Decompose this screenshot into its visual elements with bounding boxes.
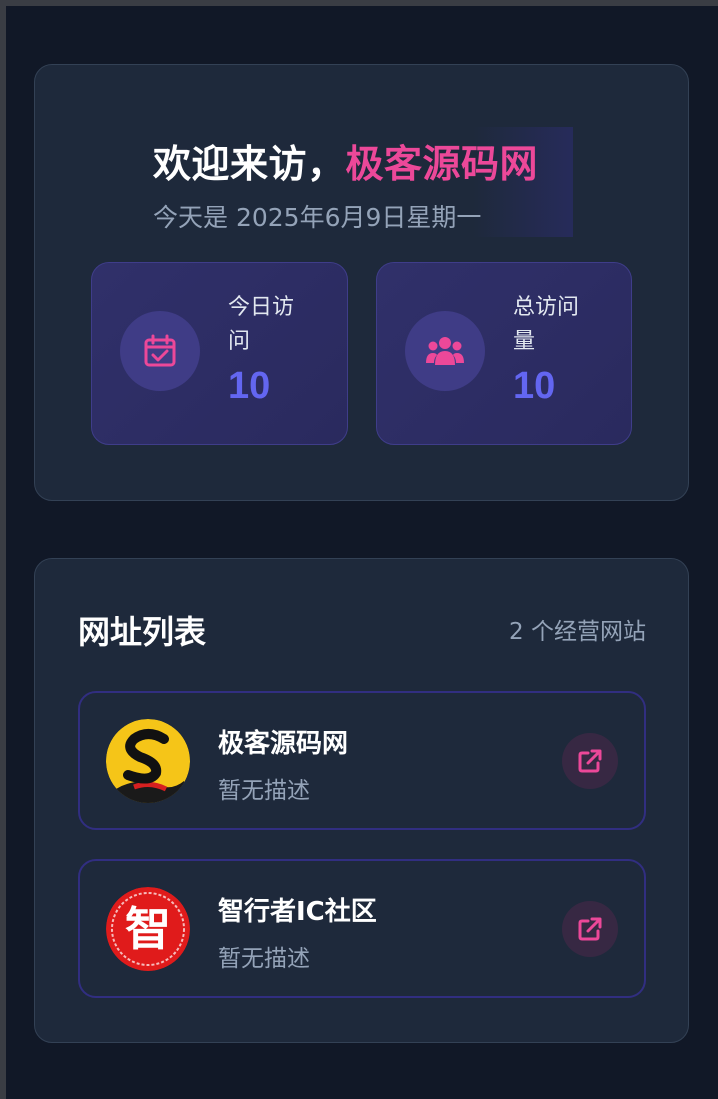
site-item[interactable]: 智 智行者IC社区 暂无描述 (78, 859, 646, 998)
calendar-check-icon (120, 311, 200, 391)
site-description: 暂无描述 (218, 946, 310, 972)
site-list-card: 网址列表 2 个经营网站 极客源码网 暂无描述 智 智行者IC社区 暂无描述 (34, 558, 689, 1043)
site-name[interactable]: 智行者IC社区 (218, 891, 377, 928)
welcome-greeting: 欢迎来访， (153, 142, 346, 186)
svg-text:智: 智 (125, 902, 171, 956)
external-link-icon[interactable] (562, 901, 618, 957)
welcome-title: 欢迎来访，极客源码网 (153, 133, 538, 188)
welcome-card: 欢迎来访，极客源码网 今天是 2025年6月9日星期一 今日访问 10 总访问量… (34, 64, 689, 501)
stat-card-total: 总访问量 10 (376, 262, 632, 445)
users-icon (405, 311, 485, 391)
page: 欢迎来访，极客源码网 今天是 2025年6月9日星期一 今日访问 10 总访问量… (6, 6, 718, 1099)
stat-label-today: 今日访问 (228, 295, 295, 354)
site-logo (106, 719, 190, 803)
site-description: 暂无描述 (218, 778, 310, 804)
site-item[interactable]: 极客源码网 暂无描述 (78, 691, 646, 830)
stat-card-today: 今日访问 10 (91, 262, 348, 445)
site-list-title: 网址列表 (78, 613, 207, 651)
stat-value-today: 10 (228, 365, 271, 407)
site-logo: 智 (106, 887, 190, 971)
site-count: 2 个经营网站 (509, 619, 646, 645)
stat-value-total: 10 (513, 365, 556, 407)
date-text: 今天是 2025年6月9日星期一 (153, 203, 482, 232)
stat-label-total: 总访问量 (513, 295, 580, 354)
site-name[interactable]: 极客源码网 (218, 723, 348, 760)
external-link-icon[interactable] (562, 733, 618, 789)
welcome-brand: 极客源码网 (345, 142, 539, 186)
